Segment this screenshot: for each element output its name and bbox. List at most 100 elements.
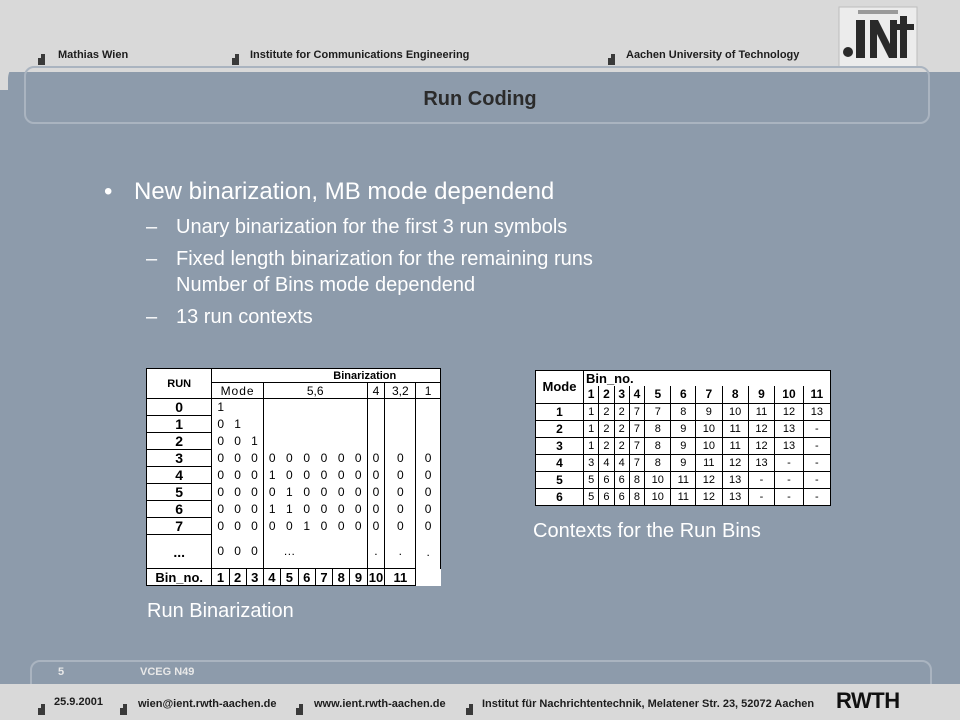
ctx-value: 13: [774, 436, 804, 455]
ctx-value: 10: [644, 487, 672, 506]
header-institute: Institute for Communications Engineering: [250, 49, 470, 61]
ctx-value: 9: [670, 419, 697, 438]
bullet-sub-2-text: Fixed length binarization for the remain…: [176, 248, 593, 270]
footer-address: Institut für Nachrichtentechnik, Melaten…: [482, 698, 815, 710]
ctx-value: 12: [747, 436, 776, 455]
bin-number: 1: [211, 568, 230, 586]
footer-marker-icon: [466, 704, 473, 715]
bin-number: 8: [332, 568, 351, 586]
bin-value: 0: [229, 483, 247, 501]
bin-value: 0: [337, 451, 345, 465]
bin-number: 6: [297, 568, 316, 586]
ctx-value: 11: [695, 453, 723, 472]
bullet-dash-icon: –: [146, 248, 158, 270]
bin-value: 0: [229, 517, 247, 535]
run-value: 4: [145, 466, 213, 484]
bin-value: 0: [366, 466, 386, 484]
bin-value: 0: [211, 500, 230, 518]
bin-value: [262, 415, 281, 433]
footer-marker-icon: [120, 704, 127, 715]
run-value: 5: [145, 483, 213, 501]
bin-value: [333, 433, 350, 450]
run-contexts-table: Mode Bin_no. 1 2 3 4 5 6 7 8 9 10 11 1 1 2 2 7 7 8 9 10 11 1…: [535, 370, 832, 506]
ctx-value: 12: [747, 419, 776, 438]
ctx-value: 3: [582, 453, 600, 472]
bin-value: …: [283, 544, 296, 559]
mode-group-1: 1: [415, 382, 441, 399]
bin-value: [366, 432, 386, 450]
bin-value: [415, 415, 441, 433]
context-row: 6 5 6 6 8 10 11 12 13- - -: [535, 487, 832, 506]
bin-value: [333, 416, 350, 433]
bin-value: 0: [211, 415, 230, 433]
ctx-value: 8: [628, 470, 646, 489]
ctx-value: 11: [747, 402, 776, 421]
footer-website[interactable]: www.ient.rwth-aachen.de: [314, 698, 446, 710]
bin-value: 0: [384, 483, 417, 501]
bin-value: .: [415, 534, 441, 569]
ctx-value: 2: [613, 402, 630, 421]
ctx-value: 4: [598, 453, 615, 472]
bin-value: [262, 432, 281, 450]
bin-value: [384, 398, 417, 416]
bin-value: 1: [262, 500, 281, 518]
bin-value: 0: [246, 483, 264, 501]
bin-value: 0: [384, 500, 417, 518]
bin-value: 0: [262, 517, 281, 535]
bin-value: 0: [211, 449, 230, 467]
bin-value: 1: [303, 519, 311, 533]
footer-email[interactable]: wien@ient.rwth-aachen.de: [138, 698, 276, 710]
document-id: VCEG N49: [140, 666, 195, 678]
bin-value: 0: [415, 449, 441, 467]
binarization-row: 7000001000000: [145, 517, 441, 535]
bin-value: 0: [211, 517, 230, 535]
bin-value: 0: [285, 468, 293, 482]
bin-value: 1: [246, 432, 264, 450]
run-header: RUN: [145, 368, 213, 399]
ctx-value: 8: [628, 487, 646, 506]
bin-value: 0: [349, 500, 368, 518]
ctx-value: -: [802, 453, 832, 472]
mode-group-56: 5,6: [262, 382, 368, 399]
bin-value: [384, 415, 417, 433]
ctx-mode-value: 3: [535, 436, 584, 455]
bin-value: 0: [211, 432, 230, 450]
bin-value: 0: [349, 517, 368, 535]
bin-value: 0: [211, 534, 230, 569]
bin-number: 10: [366, 568, 386, 586]
bin-number: 7: [314, 568, 334, 586]
ctx-value: 8: [644, 419, 672, 438]
binarization-row: 101: [145, 415, 441, 433]
bin-value: 1: [285, 502, 293, 516]
bin-number: 2: [228, 568, 247, 586]
mode-header: Mode: [211, 382, 264, 399]
ctx-bin-no-label: Bin_no.: [583, 370, 831, 386]
bullet-dot-icon: •: [104, 178, 113, 205]
ctx-bin-number: 1: [582, 386, 600, 404]
bin-value: [262, 534, 281, 569]
bin-value: .: [366, 534, 386, 569]
bin-value: 0: [246, 534, 264, 569]
bin-value: 0: [229, 432, 247, 450]
ctx-value: 6: [613, 487, 630, 506]
ctx-value: -: [802, 419, 832, 438]
bin-value: 0: [349, 449, 368, 467]
bullet-main-text: New binarization, MB mode dependend: [134, 178, 555, 205]
bin-value: [262, 398, 281, 416]
ctx-mode-value: 5: [535, 470, 584, 489]
ctx-value: 1: [582, 402, 600, 421]
bin-value: 0: [320, 451, 328, 465]
ctx-value: 11: [721, 419, 749, 438]
bin-value: 0: [366, 449, 386, 467]
bin-value: [349, 534, 368, 569]
ctx-value: 12: [721, 453, 749, 472]
bin-value: 0: [211, 466, 230, 484]
bin-value: 0: [320, 502, 328, 516]
bullet-dash-icon: –: [146, 306, 158, 328]
run-value: ...: [145, 534, 213, 569]
ctx-value: 13: [747, 453, 776, 472]
slide-title: Run Coding: [423, 88, 537, 110]
bin-value: 0: [303, 468, 311, 482]
bin-value: 0: [211, 483, 230, 501]
bin-value: 0: [384, 517, 417, 535]
